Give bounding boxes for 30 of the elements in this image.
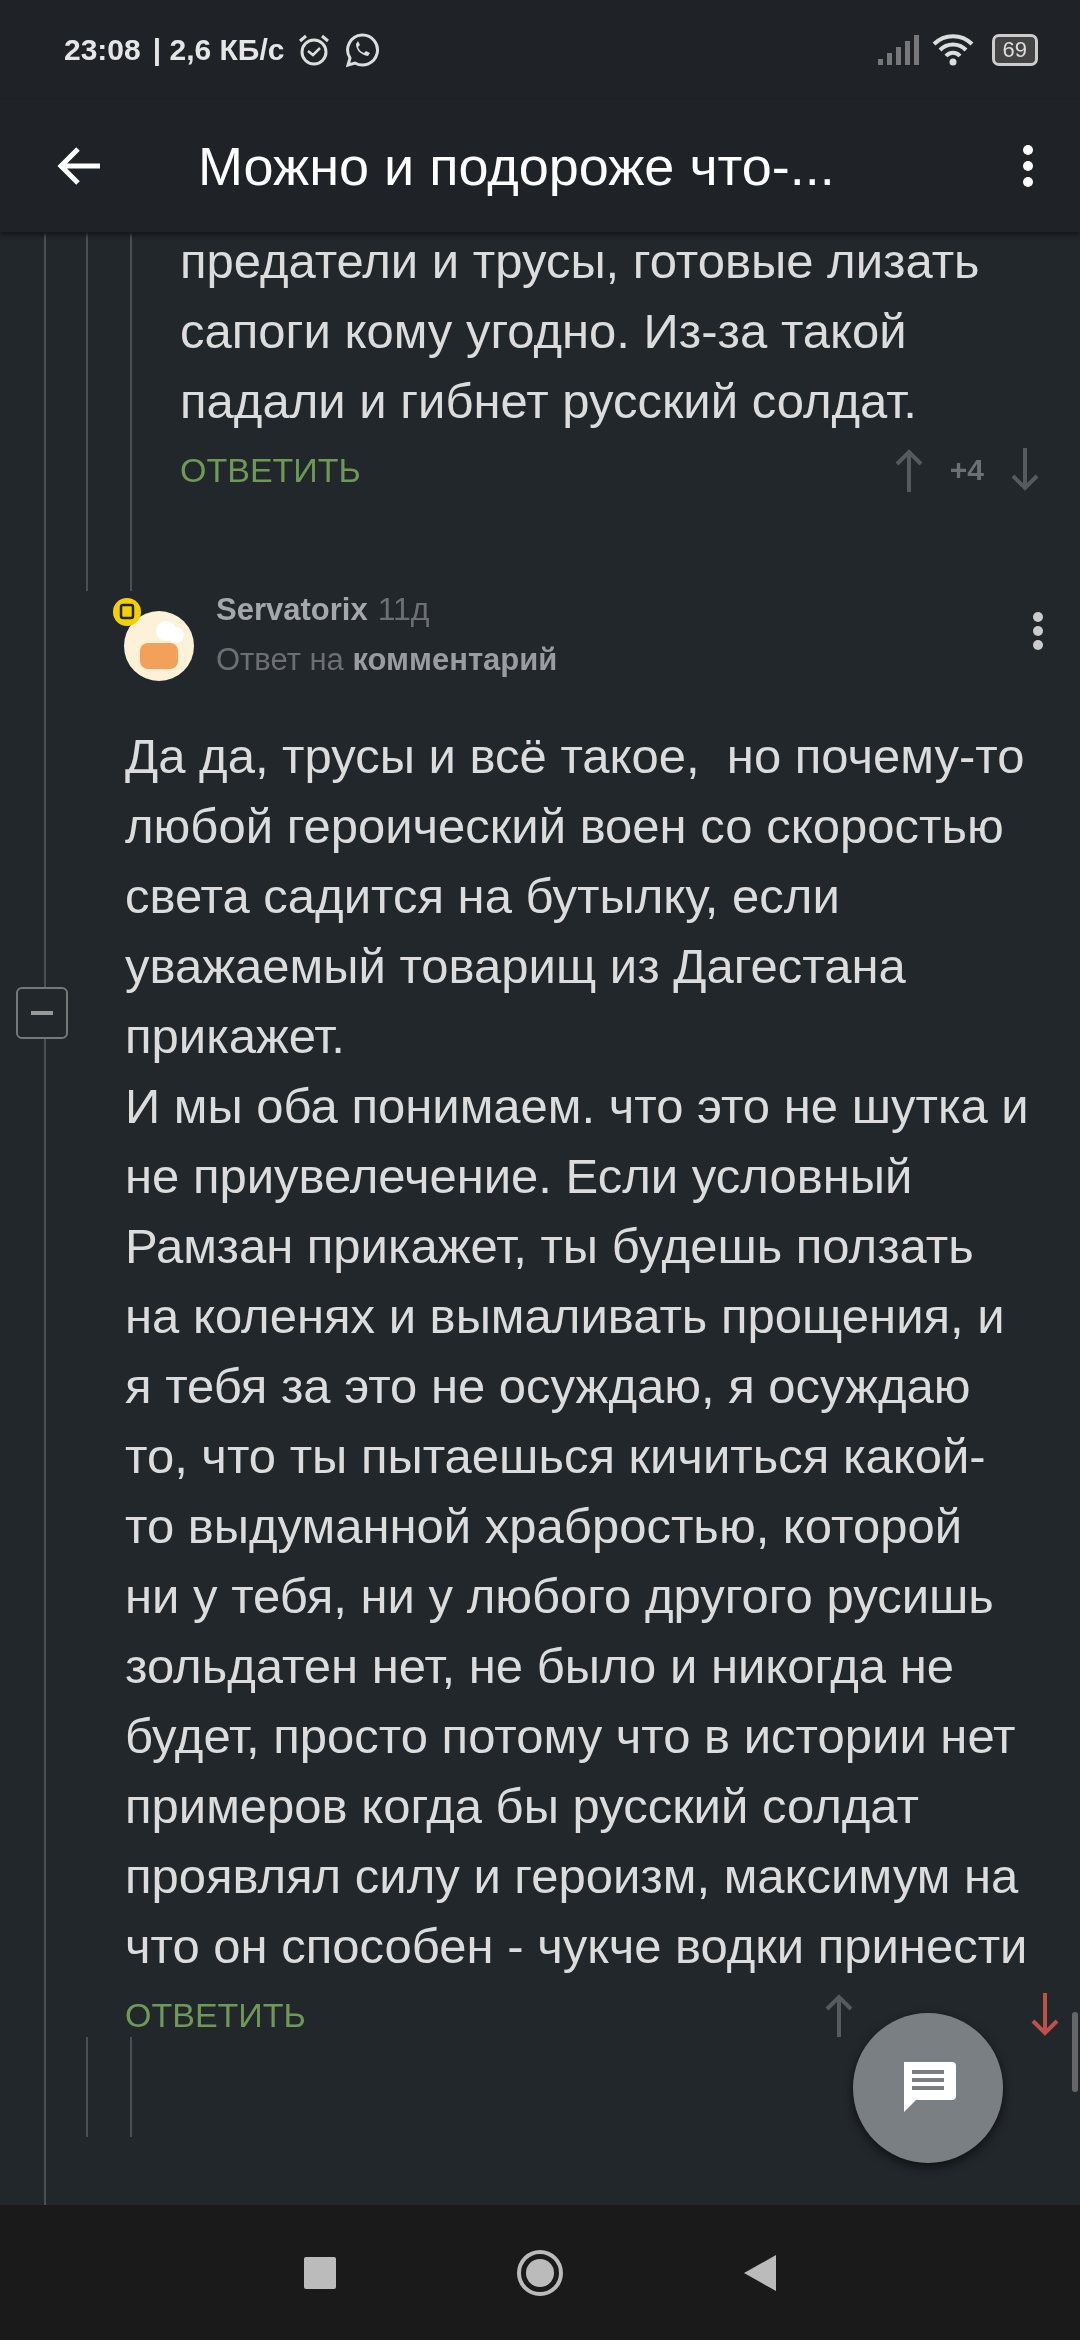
reply-button[interactable]: ОТВЕТИТЬ bbox=[180, 450, 361, 490]
comment-score: +4 bbox=[949, 453, 984, 487]
circle-icon bbox=[516, 2248, 564, 2297]
back-nav-button[interactable] bbox=[744, 2254, 776, 2291]
recents-button[interactable] bbox=[304, 2256, 336, 2289]
comment-text: Да да, трусы и всё такое, но почему-то любой героический воен со скоростью света садится на бутылку, если уважаемый товарищ из Дагестана прикажет. bbox=[125, 728, 1026, 1065]
battery-indicator: 69 bbox=[991, 34, 1038, 66]
badge-icon bbox=[112, 597, 142, 627]
home-button[interactable] bbox=[516, 2248, 564, 2297]
more-icon bbox=[1022, 144, 1034, 188]
back-arrow-icon bbox=[56, 146, 102, 186]
reply-to-link[interactable]: Ответ на комментарий bbox=[216, 642, 1026, 678]
collapse-button[interactable] bbox=[16, 987, 68, 1039]
network-speed: | 2,6 КБ/с bbox=[152, 33, 285, 67]
chat-bubble-icon bbox=[344, 32, 381, 68]
page-title: Можно и подороже что-... bbox=[198, 135, 836, 197]
triangle-icon bbox=[744, 2254, 776, 2291]
comment-text: предатели и трусы, готовые лизать сапоги кому угодно. Из-за такой падали и гибнет русский солдат. bbox=[180, 233, 981, 430]
author-name[interactable]: Servatorix bbox=[216, 592, 368, 628]
downvote-icon[interactable] bbox=[1030, 1993, 1060, 2037]
wifi-icon bbox=[931, 33, 974, 67]
comment-age: 11д bbox=[377, 591, 430, 628]
minus-icon bbox=[31, 1011, 53, 1015]
more-icon bbox=[1032, 611, 1044, 651]
reply-button[interactable]: ОТВЕТИТЬ bbox=[125, 1995, 306, 2035]
comment-text: И мы оба понимаем. что это не шутка и не приувелечение. Если условный Рамзан прикажет, ты будешь ползать на коленях и вымаливать прощения, и я тебя за это не осуждаю, я осуждаю то, что ты пытаешься кичиться какой-то выдуманной храбростью, которой ни у тебя, ни у любого другого русишь зольдатен нет, не было и никогда не будет, просто потому что в истории нет примеров когда бы русский солдат проявлял силу и героизм, максимум на что он способен - чукче водки принести bbox=[125, 1078, 1030, 1975]
status-time: 23:08 bbox=[64, 33, 141, 67]
square-icon bbox=[304, 2256, 336, 2289]
signal-icon bbox=[877, 35, 920, 65]
avatar-icon[interactable] bbox=[124, 611, 194, 681]
